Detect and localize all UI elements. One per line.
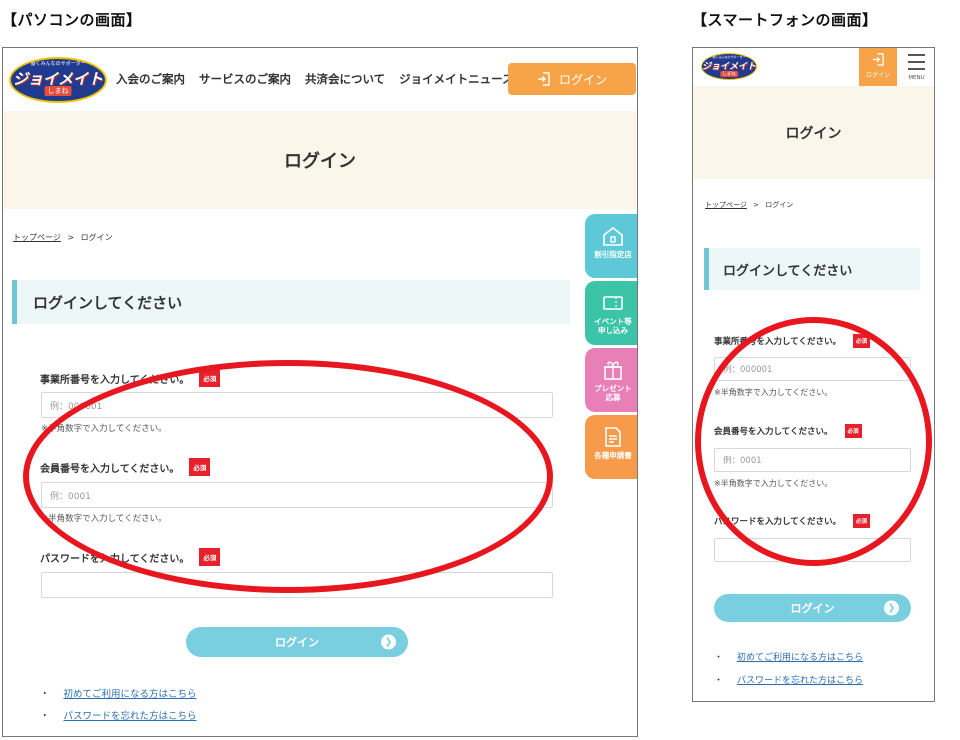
bullet: ・: [714, 676, 724, 686]
side-tab-applications[interactable]: 各種申請書: [585, 415, 637, 479]
nav-item-about[interactable]: 共済会について: [305, 71, 385, 87]
side-tab-label: 各種申請書: [594, 451, 632, 460]
breadcrumb-separator: >: [67, 233, 75, 242]
breadcrumb: トップページ > ログイン: [705, 200, 793, 210]
required-badge: 必須: [844, 424, 862, 438]
login-heading: ログインしてください: [704, 248, 920, 290]
half-width-note: ※半角数字で入力してください。: [41, 514, 167, 524]
logo-tagline: 働くみんなのサポーター: [30, 61, 86, 67]
required-badge: 必須: [853, 514, 871, 528]
list-item: ・ パスワードを忘れた方はこちら: [714, 673, 863, 686]
nav-item-services[interactable]: サービスのご案内: [199, 71, 291, 87]
password-label-text: パスワードを入力してください。: [40, 553, 190, 565]
forgot-password-link[interactable]: パスワードを忘れた方はこちら: [737, 676, 863, 686]
forgot-password-link[interactable]: パスワードを忘れた方はこちら: [64, 711, 197, 722]
hamburger-icon: [908, 54, 925, 70]
password-label: パスワードを入力してください。 必須: [40, 548, 221, 566]
menu-label: MENU: [908, 75, 925, 81]
member-number-label: 会員番号を入力してください。 必須: [714, 424, 862, 438]
side-tabs: 割引指定店 イベント等 申し込み プレゼント 応募 各種申請書: [585, 214, 637, 482]
side-tab-presents[interactable]: プレゼント 応募: [585, 348, 637, 412]
bullet: ・: [714, 653, 724, 663]
list-item: ・ 初めてご利用になる方はこちら: [714, 650, 863, 663]
main-nav: 入会のご案内 サービスのご案内 共済会について ジョイメイトニュース: [116, 71, 514, 87]
page-title: ログイン: [3, 111, 637, 209]
required-badge: 必須: [189, 458, 211, 476]
member-number-input[interactable]: 例：0001: [41, 482, 553, 508]
password-input[interactable]: [41, 572, 553, 598]
sp-login-label: ログイン: [865, 72, 890, 79]
half-width-note: ※半角数字で入力してください。: [714, 479, 833, 488]
pc-screen: 働くみんなのサポーター ジョイメイト しまね 入会のご案内 サービスのご案内 共…: [2, 47, 638, 737]
login-icon: [537, 72, 550, 86]
side-tab-discount-shops[interactable]: 割引指定店: [585, 214, 637, 278]
first-time-link[interactable]: 初めてご利用になる方はこちら: [737, 653, 863, 663]
member-number-label-text: 会員番号を入力してください。: [714, 427, 833, 437]
breadcrumb-current: ログイン: [80, 233, 113, 242]
office-number-label: 事業所番号を入力してください。 必須: [40, 369, 221, 387]
arrow-right-icon: ❯: [884, 600, 899, 616]
logo-sub: しまね: [720, 71, 738, 77]
list-item: ・ パスワードを忘れた方はこちら: [40, 708, 197, 722]
login-submit-button[interactable]: ログイン ❯: [714, 594, 911, 622]
ticket-icon: [603, 296, 623, 310]
gift-icon: [604, 361, 622, 380]
login-submit-label: ログイン: [790, 602, 835, 615]
arrow-right-icon: ❯: [381, 634, 396, 650]
member-number-label: 会員番号を入力してください。 必須: [40, 458, 211, 476]
nav-item-membership[interactable]: 入会のご案内: [116, 71, 185, 87]
bullet: ・: [40, 689, 50, 700]
login-icon: [872, 53, 884, 66]
sp-login-button[interactable]: ログイン: [859, 48, 897, 86]
half-width-note: ※半角数字で入力してください。: [41, 424, 167, 434]
sp-header: 働くみんなのサポーター ジョイメイト しまね ログイン MENU: [693, 48, 934, 86]
pc-header: 働くみんなのサポーター ジョイメイト しまね 入会のご案内 サービスのご案内 共…: [3, 48, 637, 110]
page-title: ログイン: [693, 86, 934, 179]
half-width-note: ※半角数字で入力してください。: [714, 388, 833, 397]
office-number-input[interactable]: 例：000001: [41, 392, 553, 418]
required-badge: 必須: [853, 334, 871, 348]
breadcrumb-home-link[interactable]: トップページ: [13, 233, 61, 242]
breadcrumb-separator: >: [753, 201, 759, 209]
bullet: ・: [40, 711, 50, 722]
login-heading: ログインしてください: [12, 280, 570, 324]
header-login-label: ログイン: [558, 72, 607, 87]
house-icon: [603, 226, 623, 246]
pc-caption: 【パソコンの画面】: [2, 11, 142, 29]
password-input[interactable]: [714, 538, 911, 562]
office-number-label-text: 事業所番号を入力してください。: [714, 337, 841, 347]
office-number-label-text: 事業所番号を入力してください。: [40, 374, 190, 386]
required-badge: 必須: [199, 548, 221, 566]
first-time-link[interactable]: 初めてご利用になる方はこちら: [64, 689, 197, 700]
sp-caption: 【スマートフォンの画面】: [692, 11, 878, 29]
logo-sub: しまね: [44, 86, 72, 96]
side-tab-label: 割引指定店: [594, 250, 632, 259]
login-submit-label: ログイン: [275, 636, 319, 649]
side-tab-label: イベント等 申し込み: [594, 317, 632, 335]
breadcrumb: トップページ > ログイン: [13, 232, 113, 243]
menu-button[interactable]: MENU: [898, 48, 934, 86]
password-label: パスワードを入力してください。 必須: [714, 514, 871, 528]
office-number-input[interactable]: 例：000001: [714, 357, 911, 381]
sp-screen: 働くみんなのサポーター ジョイメイト しまね ログイン MENU ログイン トッ…: [692, 47, 935, 702]
site-logo[interactable]: 働くみんなのサポーター ジョイメイト しまね: [701, 53, 757, 80]
login-submit-button[interactable]: ログイン ❯: [186, 627, 408, 657]
nav-item-news[interactable]: ジョイメイトニュース: [399, 71, 513, 87]
side-tab-label: プレゼント 応募: [594, 384, 632, 402]
password-label-text: パスワードを入力してください。: [714, 517, 841, 527]
required-badge: 必須: [199, 369, 221, 387]
member-number-input[interactable]: 例：0001: [714, 448, 911, 472]
site-logo[interactable]: 働くみんなのサポーター ジョイメイト しまね: [9, 57, 107, 103]
office-number-label: 事業所番号を入力してください。 必須: [714, 334, 871, 348]
list-item: ・ 初めてご利用になる方はこちら: [40, 686, 197, 700]
breadcrumb-current: ログイン: [765, 201, 794, 209]
side-tab-events[interactable]: イベント等 申し込み: [585, 281, 637, 345]
header-login-button[interactable]: ログイン: [508, 63, 636, 95]
document-icon: [605, 427, 621, 447]
member-number-label-text: 会員番号を入力してください。: [40, 463, 180, 475]
breadcrumb-home-link[interactable]: トップページ: [705, 201, 747, 209]
